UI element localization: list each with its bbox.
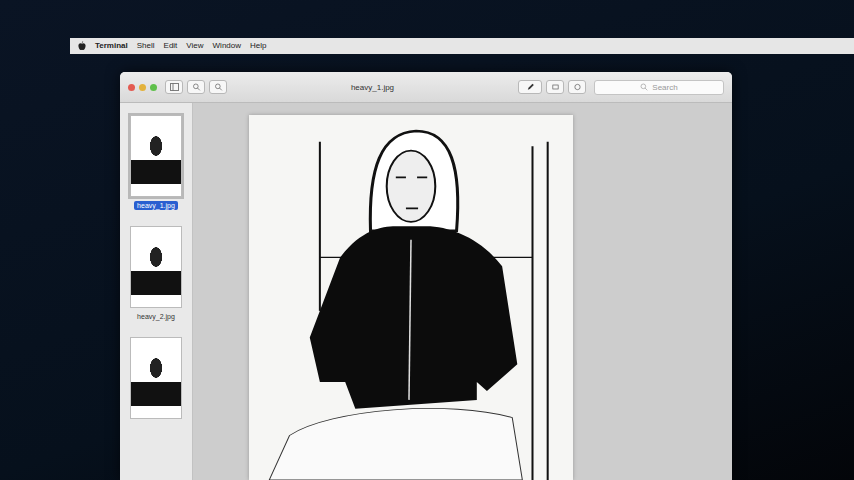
image-canvas xyxy=(193,103,732,480)
thumbnail xyxy=(130,115,182,197)
portrait-drawing xyxy=(249,115,573,480)
view-tools xyxy=(165,80,227,94)
magnifier-icon xyxy=(214,83,223,91)
edit-tools xyxy=(518,80,586,94)
apple-icon[interactable] xyxy=(78,41,86,51)
sidebar-item[interactable]: heavy_2.jpg xyxy=(130,226,182,321)
image-view xyxy=(249,115,573,480)
thumbnail-label: heavy_2.jpg xyxy=(134,312,178,321)
menu-item[interactable]: Edit xyxy=(164,42,178,50)
search-field[interactable]: Search xyxy=(594,80,724,95)
menu-item[interactable]: Terminal xyxy=(95,42,128,50)
magnifier-icon xyxy=(192,83,201,91)
minimize-button[interactable] xyxy=(139,84,146,91)
window-controls xyxy=(128,84,157,91)
pen-icon xyxy=(526,83,535,91)
rotate-icon xyxy=(551,83,560,91)
sidebar-item[interactable] xyxy=(130,337,182,419)
zoom-button[interactable] xyxy=(150,84,157,91)
search-placeholder: Search xyxy=(652,83,677,92)
zoom-out-button[interactable] xyxy=(187,80,205,94)
desktop: heavy_1.jpg Search heavy_1.jpg heavy_2.jpg xyxy=(70,54,854,480)
menu-item[interactable]: Shell xyxy=(137,42,155,50)
thumbnail-label: heavy_1.jpg xyxy=(134,201,178,210)
sidebar-icon xyxy=(170,83,179,91)
toolbox-icon xyxy=(573,83,582,91)
sidebar-toggle[interactable] xyxy=(165,80,183,94)
rotate-button[interactable] xyxy=(546,80,564,94)
title-bar: heavy_1.jpg Search xyxy=(120,72,732,103)
share-button[interactable] xyxy=(568,80,586,94)
markup-button[interactable] xyxy=(518,80,542,94)
screen: Terminal Shell Edit View Window Help heavy_1.j… xyxy=(0,0,854,480)
menu-bar: Terminal Shell Edit View Window Help xyxy=(70,38,854,54)
sidebar-item[interactable]: heavy_1.jpg xyxy=(130,115,182,210)
search-icon xyxy=(640,83,648,91)
thumbnail xyxy=(130,337,182,419)
window-title: heavy_1.jpg xyxy=(235,83,510,92)
thumbnail-sidebar: heavy_1.jpg heavy_2.jpg xyxy=(120,103,193,480)
preview-window: heavy_1.jpg Search heavy_1.jpg heavy_2.jpg xyxy=(120,72,732,480)
close-button[interactable] xyxy=(128,84,135,91)
menu-item[interactable]: Window xyxy=(213,42,241,50)
window-body: heavy_1.jpg heavy_2.jpg xyxy=(120,103,732,480)
thumbnail xyxy=(130,226,182,308)
menu-item[interactable]: View xyxy=(186,42,203,50)
menu-item[interactable]: Help xyxy=(250,42,266,50)
zoom-in-button[interactable] xyxy=(209,80,227,94)
